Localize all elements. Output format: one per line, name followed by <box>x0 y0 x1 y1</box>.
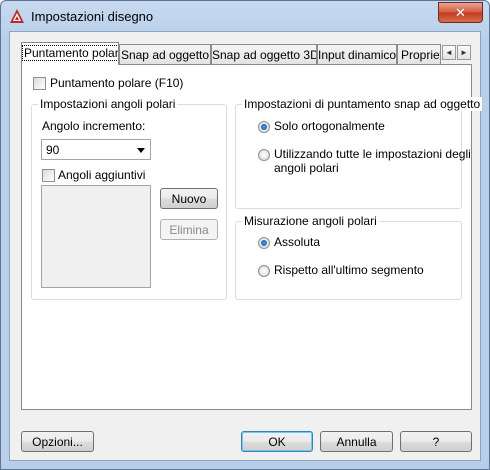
help-button[interactable]: ? <box>400 431 472 452</box>
relative-last-segment-label: Rispetto all'ultimo segmento <box>274 263 424 277</box>
delete-angle-button[interactable]: Elimina <box>160 219 218 240</box>
all-polar-settings-radio[interactable] <box>258 149 270 161</box>
relative-last-segment-radio[interactable] <box>258 265 270 277</box>
increment-angle-select[interactable]: 90 <box>41 139 151 160</box>
all-polar-settings-label-2: angoli polari <box>274 161 339 175</box>
tab-object-snap[interactable]: Snap ad oggetto <box>119 44 211 64</box>
close-icon: ✕ <box>455 4 466 20</box>
tab-dynamic-input[interactable]: Input dinamico <box>317 44 397 64</box>
absolute-label: Assoluta <box>274 235 321 249</box>
options-button[interactable]: Opzioni... <box>21 431 94 452</box>
title-bar: Impostazioni disegno ✕ <box>1 1 489 31</box>
additional-angles-label: Angoli aggiuntivi <box>58 168 146 182</box>
tab-3d-object-snap[interactable]: Snap ad oggetto 3D <box>211 44 317 64</box>
polar-angle-settings-group: Impostazioni angoli polari Angolo increm… <box>31 97 227 300</box>
cancel-button[interactable]: Annulla <box>320 431 393 452</box>
tab-polar-tracking[interactable]: Puntamento polare <box>21 42 119 65</box>
tab-scroll-left-icon[interactable]: ◄ <box>442 45 456 60</box>
ortho-only-label: Solo ortogonalmente <box>274 119 385 133</box>
polar-angle-settings-title: Impostazioni angoli polari <box>38 97 178 111</box>
object-snap-tracking-title: Impostazioni di puntamento snap ad ogget… <box>242 97 483 111</box>
increment-angle-value: 90 <box>46 143 60 157</box>
autocad-logo-icon <box>10 9 24 23</box>
tab-scroll-right-icon[interactable]: ► <box>457 45 471 60</box>
ok-button[interactable]: OK <box>241 431 313 452</box>
polar-tracking-label: Puntamento polare (F10) <box>50 76 184 90</box>
chevron-down-icon <box>137 148 145 153</box>
polar-angle-measurement-group: Misurazione angoli polari Assoluta Rispe… <box>235 214 462 300</box>
object-snap-tracking-group: Impostazioni di puntamento snap ad ogget… <box>235 97 483 209</box>
dialog-body: Puntamento polare Snap ad oggetto Snap a… <box>9 31 483 461</box>
polar-tracking-panel: Puntamento polare (F10) Impostazioni ang… <box>21 64 483 410</box>
tab-properties[interactable]: Proprietà <box>397 44 441 64</box>
additional-angles-checkbox[interactable] <box>42 169 55 182</box>
dialog-window: Impostazioni disegno ✕ Puntamento polare… <box>0 0 490 470</box>
increment-angle-label: Angolo incremento: <box>42 119 146 133</box>
window-title: Impostazioni disegno <box>31 9 154 24</box>
ortho-only-radio[interactable] <box>258 121 270 133</box>
additional-angles-list[interactable] <box>41 185 151 288</box>
new-angle-button[interactable]: Nuovo <box>160 188 218 209</box>
all-polar-settings-label-1: Utilizzando tutte le impostazioni degli <box>274 147 471 161</box>
polar-tracking-checkbox[interactable] <box>33 77 46 90</box>
polar-angle-measurement-title: Misurazione angoli polari <box>242 214 379 228</box>
close-button[interactable]: ✕ <box>438 2 483 23</box>
absolute-radio[interactable] <box>258 237 270 249</box>
